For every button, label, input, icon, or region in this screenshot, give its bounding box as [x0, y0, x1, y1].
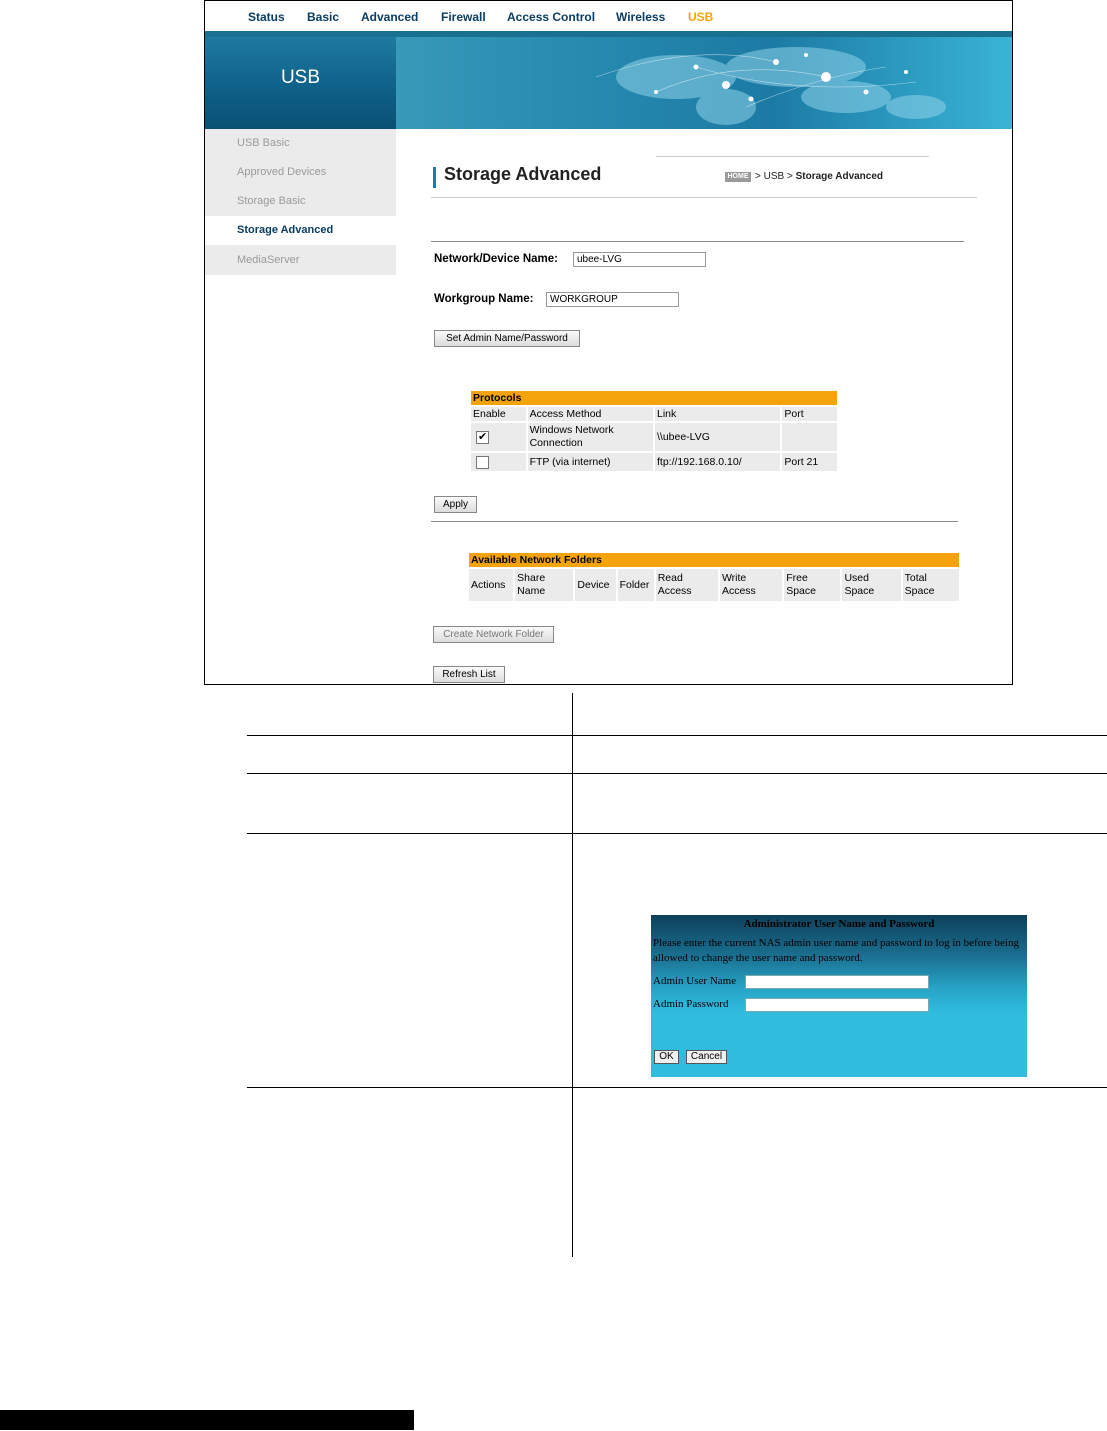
column-header: Total Space: [902, 569, 959, 601]
title-divider: [431, 197, 977, 198]
sidebar-item-storage-basic[interactable]: Storage Basic: [205, 187, 396, 216]
table-row-divider: [247, 1087, 1107, 1088]
nav-access-control[interactable]: Access Control: [507, 10, 595, 24]
nav-wireless[interactable]: Wireless: [616, 10, 665, 24]
column-header: Link: [654, 407, 781, 421]
access-method-cell: FTP (via internet): [527, 453, 653, 471]
column-header: Used Space: [842, 569, 901, 601]
table-row: Windows Network Connection \\ubee-LVG: [471, 423, 837, 451]
refresh-list-button[interactable]: Refresh List: [433, 666, 505, 683]
section-divider: [431, 241, 964, 242]
dialog-description: Please enter the current NAS admin user …: [653, 937, 1019, 964]
network-folders-table: Available Network Folders Actions Share …: [467, 551, 961, 603]
table-column-divider: [572, 693, 573, 1257]
section-title: USB: [280, 67, 321, 88]
protocols-title: Protocols: [471, 391, 837, 405]
windows-network-checkbox[interactable]: [476, 430, 489, 444]
breadcrumb: > USB > Storage Advanced: [755, 171, 883, 182]
sidebar-item-label: Approved Devices: [237, 166, 327, 178]
column-header: Write Access: [719, 569, 783, 601]
ftp-checkbox[interactable]: [476, 455, 489, 469]
nav-status[interactable]: Status: [248, 10, 285, 24]
workgroup-label: Workgroup Name:: [434, 293, 534, 305]
sidebar-item-label: MediaServer: [237, 254, 300, 266]
sidebar-item-label: Storage Advanced: [237, 224, 334, 236]
breadcrumb-divider: [656, 156, 929, 157]
device-name-input[interactable]: [573, 252, 706, 267]
breadcrumb-current: Storage Advanced: [795, 171, 884, 182]
nav-usb[interactable]: USB: [688, 10, 713, 24]
admin-username-label: Admin User Name: [653, 975, 737, 987]
admin-username-input[interactable]: [745, 975, 929, 989]
top-navigation: Status Basic Advanced Firewall Access Co…: [205, 1, 1012, 37]
access-method-cell: Windows Network Connection: [527, 423, 653, 451]
admin-password-label: Admin Password: [653, 998, 729, 1010]
column-header: Enable: [471, 407, 526, 421]
link-cell: ftp://192.168.0.10/: [654, 453, 781, 471]
column-header: Port: [782, 407, 837, 421]
table-row-divider: [247, 773, 1107, 774]
apply-button[interactable]: Apply: [434, 496, 477, 513]
world-map-graphic: [595, 47, 946, 125]
set-admin-button[interactable]: Set Admin Name/Password: [434, 330, 580, 347]
page-title: Storage Advanced: [444, 164, 602, 184]
nav-basic[interactable]: Basic: [307, 10, 339, 24]
sidebar: USB Basic Approved Devices Storage Basic…: [205, 129, 396, 275]
port-cell: [782, 423, 837, 451]
header-banner: USB: [205, 37, 1012, 129]
nav-firewall[interactable]: Firewall: [441, 10, 486, 24]
column-header: Share Name: [515, 569, 574, 601]
router-ui-screenshot: Status Basic Advanced Firewall Access Co…: [204, 0, 1013, 685]
folders-title: Available Network Folders: [469, 553, 959, 567]
sidebar-item-label: Storage Basic: [237, 195, 306, 207]
title-accent-bar: [433, 167, 436, 188]
sidebar-item-usb-basic[interactable]: USB Basic: [205, 129, 396, 158]
breadcrumb-parent[interactable]: > USB >: [755, 171, 793, 182]
dialog-title: Administrator User Name and Password: [743, 918, 935, 930]
table-row-divider: [247, 735, 1107, 736]
port-cell: Port 21: [782, 453, 837, 471]
link-cell: \\ubee-LVG: [654, 423, 781, 451]
table-row-divider: [247, 833, 1107, 834]
section-title-block: USB: [205, 37, 396, 129]
footer-bar: [0, 1410, 414, 1430]
column-header: Free Space: [784, 569, 841, 601]
workgroup-input[interactable]: [546, 292, 679, 307]
table-header-row: Actions Share Name Device Folder Read Ac…: [469, 569, 959, 601]
nav-advanced[interactable]: Advanced: [361, 10, 418, 24]
protocols-table: Protocols Enable Access Method Link Port…: [469, 389, 839, 473]
admin-password-input[interactable]: [745, 998, 929, 1012]
create-network-folder-button[interactable]: Create Network Folder: [433, 626, 554, 643]
sidebar-item-approved-devices[interactable]: Approved Devices: [205, 158, 396, 187]
column-header: Actions: [469, 569, 514, 601]
table-row: FTP (via internet) ftp://192.168.0.10/ P…: [471, 453, 837, 471]
column-header: Access Method: [527, 407, 653, 421]
ok-button[interactable]: OK: [654, 1050, 679, 1064]
section-divider: [431, 521, 958, 522]
cancel-button[interactable]: Cancel: [686, 1050, 727, 1064]
device-name-label: Network/Device Name:: [434, 253, 558, 265]
sidebar-item-storage-advanced[interactable]: Storage Advanced: [205, 216, 396, 245]
sidebar-item-mediaserver[interactable]: MediaServer: [205, 246, 396, 275]
column-header: Read Access: [655, 569, 718, 601]
home-icon[interactable]: HOME: [725, 172, 751, 182]
column-header: Folder: [617, 569, 654, 601]
column-header: Device: [575, 569, 616, 601]
admin-credentials-dialog: Administrator User Name and Password Ple…: [651, 915, 1027, 1077]
sidebar-item-label: USB Basic: [237, 137, 290, 149]
